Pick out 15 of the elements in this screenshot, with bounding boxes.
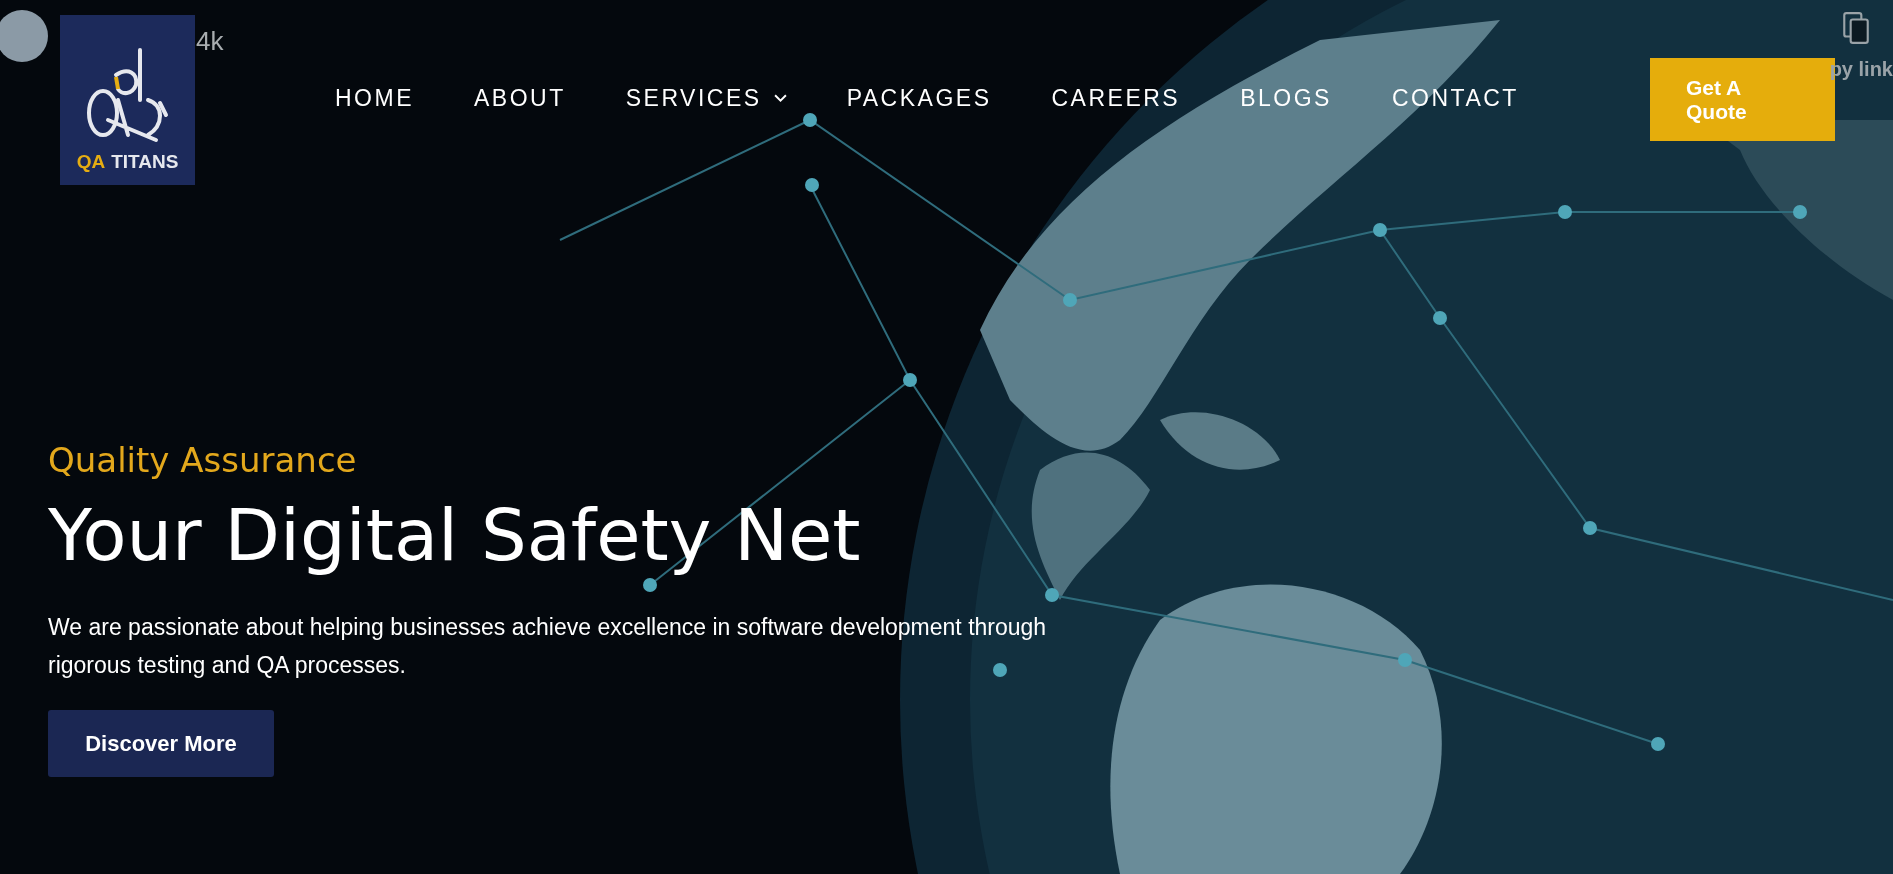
hero-headline: Your Digital Safety Net [48,492,862,579]
logo[interactable]: QA TITANS [60,15,195,185]
logo-mark: QA [76,151,106,173]
video-title: 4k [196,26,224,57]
hero-eyebrow: Quality Assurance [48,440,358,480]
nav-link[interactable]: CAREERS [1051,85,1181,112]
discover-more-button[interactable]: Discover More [48,710,274,778]
nav-link[interactable]: ABOUT [474,85,566,112]
logo-word: TITANS [111,151,179,173]
nav-link[interactable]: SERVICES [625,85,787,112]
nav-link[interactable]: PACKAGES [846,85,992,112]
hero-description: We are passionate about helping businesses achieve excellence in software development through rigorous testing and QA processes. [48,613,1048,681]
nav-link[interactable]: HOME [335,85,414,112]
nav-link[interactable]: CONTACT [1391,85,1519,112]
nav-link[interactable]: BLOGS [1240,85,1332,112]
